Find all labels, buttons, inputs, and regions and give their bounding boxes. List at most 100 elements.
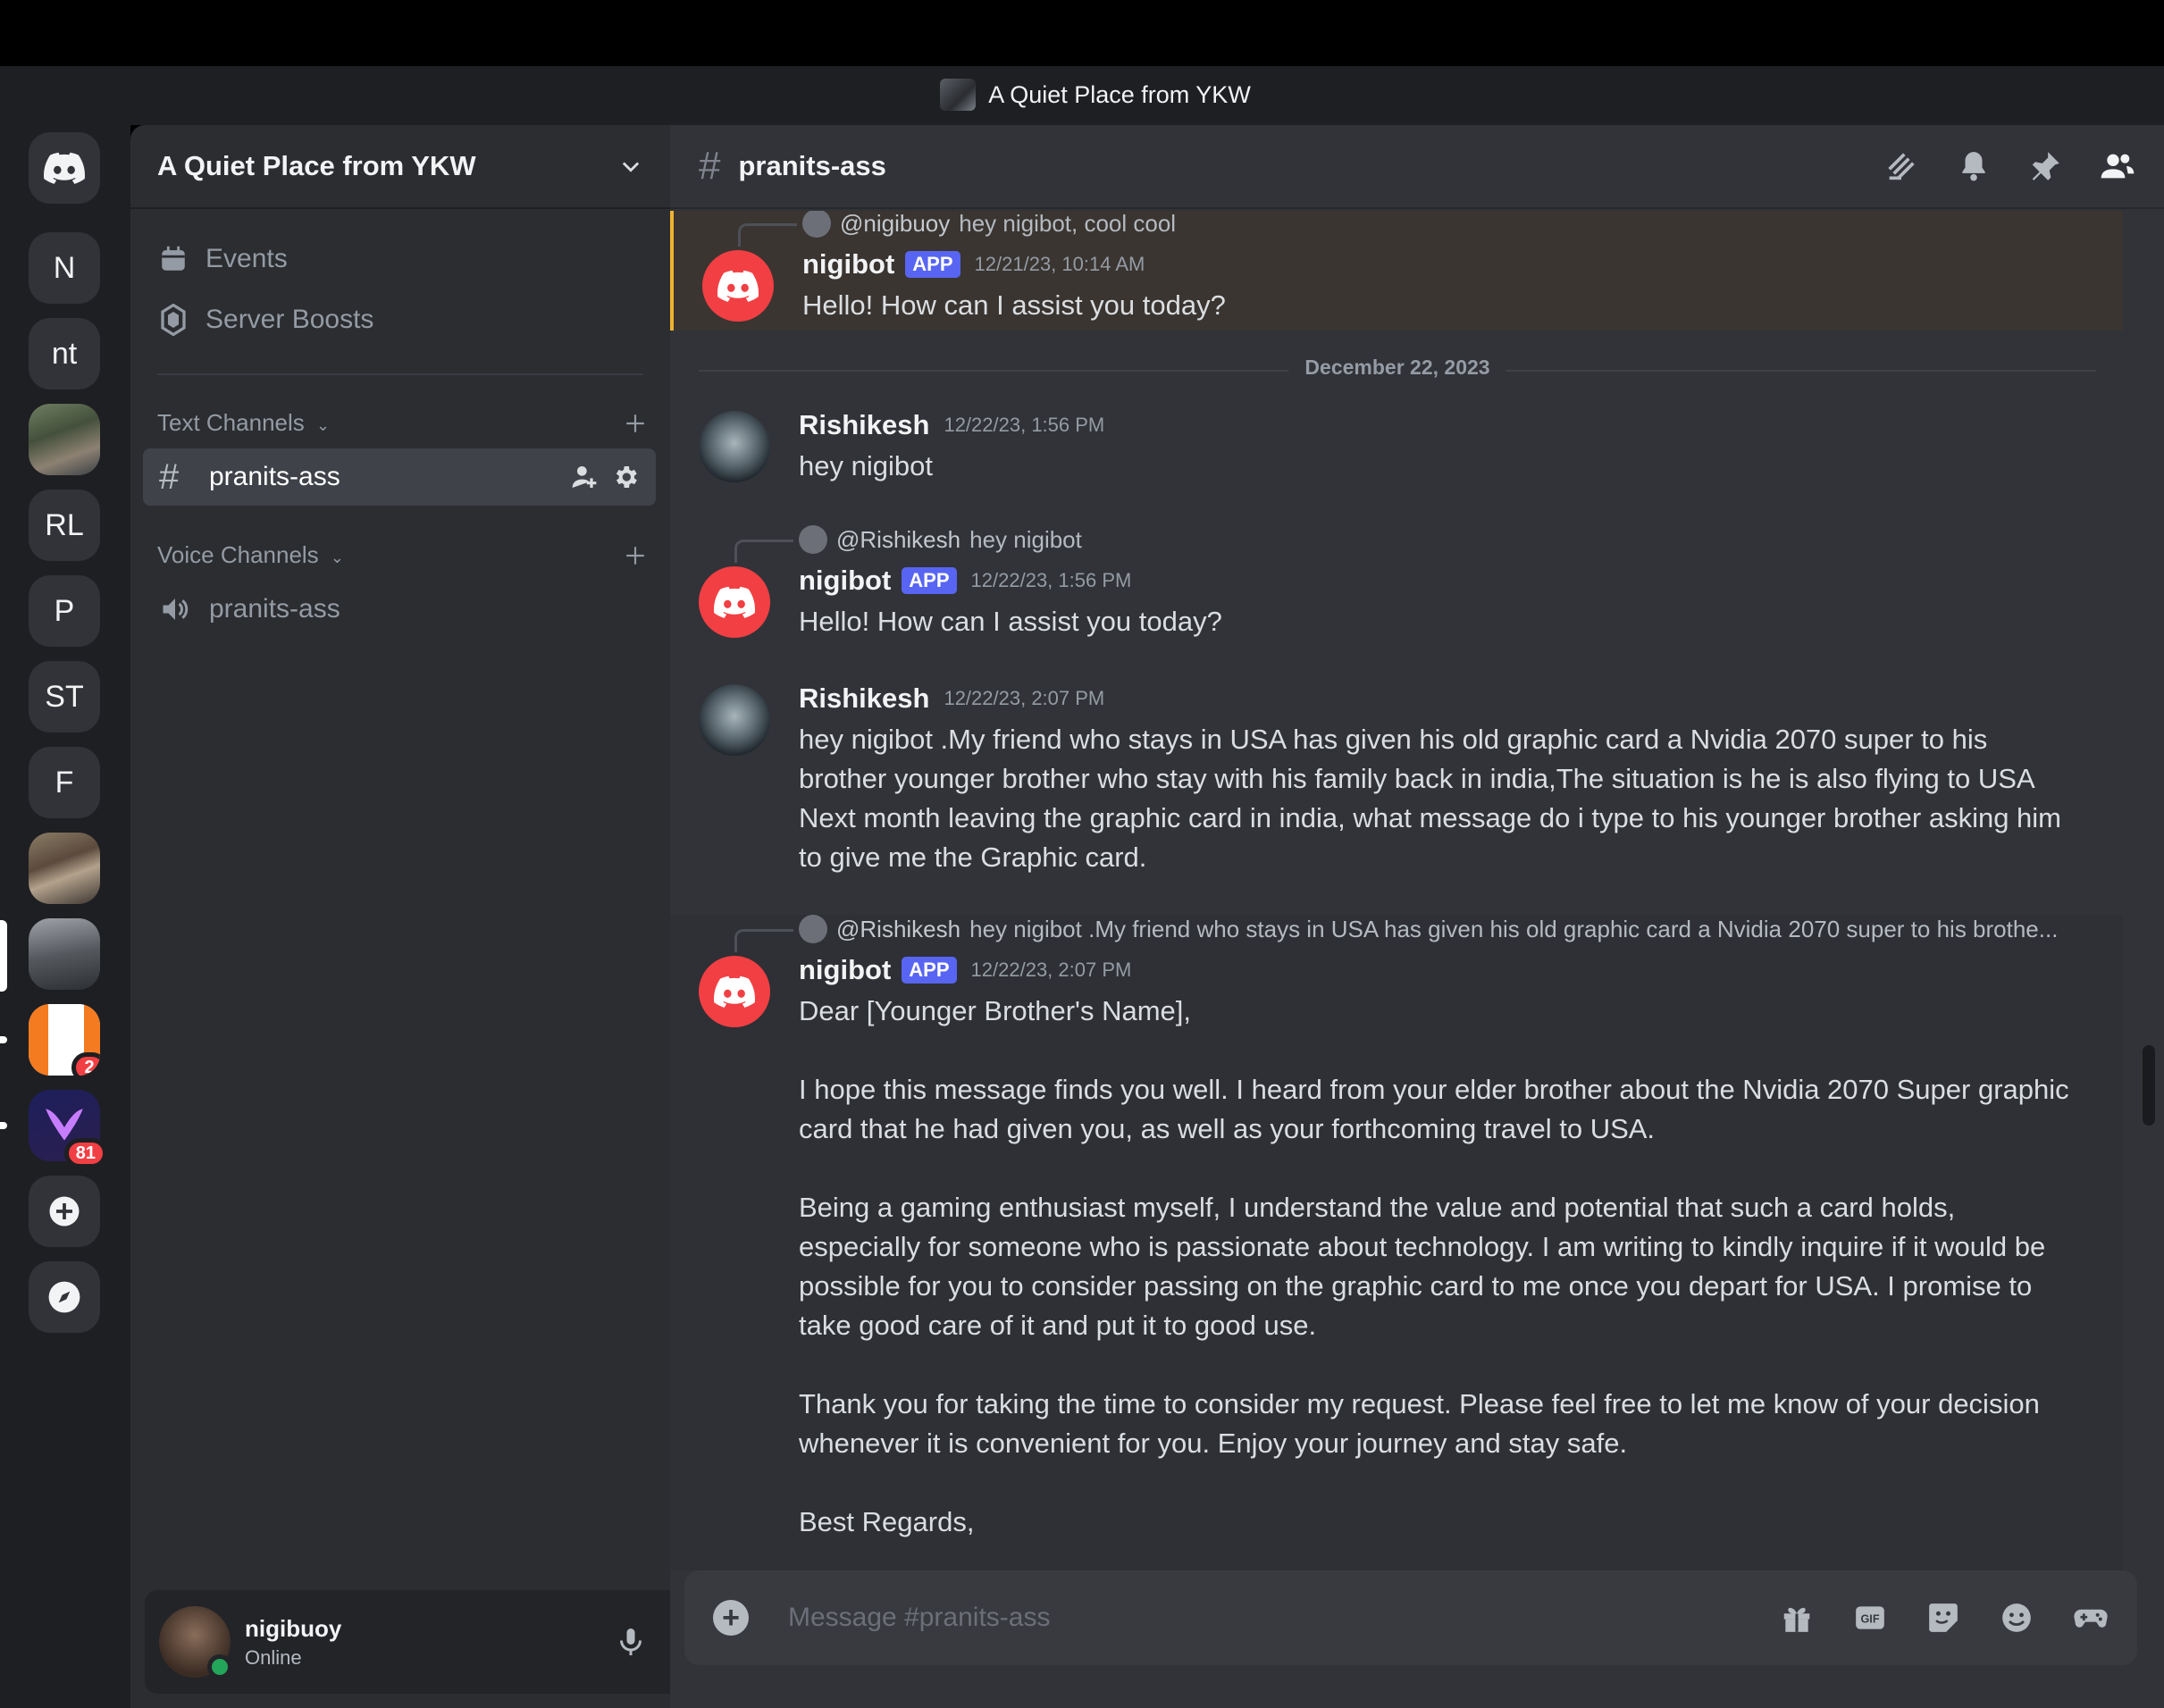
avatar — [802, 211, 831, 238]
message-item[interactable]: @Rishikesh hey nigibot .My friend who st… — [670, 915, 2123, 1570]
message-text: Dear [Younger Brother's Name], I hope th… — [799, 992, 2078, 1542]
discord-icon — [44, 152, 85, 184]
server-RL[interactable]: RL — [29, 490, 100, 561]
sticker-icon[interactable] — [1926, 1601, 1960, 1635]
server-photo-2[interactable] — [29, 833, 100, 904]
avatar[interactable] — [699, 411, 770, 482]
timestamp: 12/22/23, 2:07 PM — [970, 959, 1132, 981]
message-item[interactable]: Rishikesh 12/22/23, 1:56 PM hey nigibot — [670, 402, 2123, 500]
text-channels-category[interactable]: Text Channels ⌄ — [157, 409, 647, 437]
app-tag: APP — [902, 567, 957, 594]
channel-title: pranits-ass — [738, 150, 886, 181]
microphone-icon[interactable] — [615, 1626, 647, 1658]
server-a-quiet-place[interactable] — [29, 918, 100, 990]
timestamp: 12/22/23, 1:56 PM — [944, 414, 1105, 436]
reply-author: @Rishikesh — [836, 915, 961, 942]
message-author[interactable]: Rishikesh — [799, 409, 929, 441]
username: nigibuoy — [245, 1614, 342, 1642]
active-server-indicator — [0, 920, 7, 992]
voice-channel-pranits-ass[interactable]: pranits-ass — [143, 581, 656, 638]
reply-text: hey nigibot .My friend who stays in USA … — [969, 915, 2059, 942]
reply-text: hey nigibot — [969, 525, 1082, 553]
category-label: Text Channels — [157, 409, 305, 436]
message-paragraph: Being a gaming enthusiast myself, I unde… — [799, 1192, 2046, 1341]
gif-icon[interactable]: GIF — [1853, 1601, 1887, 1635]
server-boosts-item[interactable]: Server Boosts — [157, 304, 373, 336]
chat-area: # pranits-ass @nigibuoy hey nigibot, coo… — [670, 125, 2164, 1708]
hash-icon: # — [159, 456, 180, 497]
chevron-down-icon: ⌄ — [330, 548, 345, 566]
add-channel-icon[interactable] — [624, 544, 647, 567]
threads-icon[interactable] — [1883, 148, 1919, 184]
add-server-button[interactable] — [29, 1176, 100, 1247]
message-author[interactable]: nigibot — [799, 565, 891, 597]
add-channel-icon[interactable] — [624, 412, 647, 435]
message-text: hey nigibot .My friend who stays in USA … — [799, 724, 2061, 873]
server-photo-1[interactable] — [29, 404, 100, 475]
channel-item-pranits-ass[interactable]: # pranits-ass — [143, 448, 656, 506]
avatar[interactable] — [699, 684, 770, 756]
avatar[interactable] — [699, 956, 770, 1027]
discord-home-button[interactable] — [29, 132, 100, 204]
message-composer[interactable]: + Message #pranits-ass GIF — [684, 1570, 2137, 1665]
gear-icon[interactable] — [611, 463, 640, 491]
discover-button[interactable] — [29, 1261, 100, 1333]
mention-badge: 2 — [71, 1052, 100, 1076]
server-N[interactable]: N — [29, 232, 100, 304]
pin-icon[interactable] — [2028, 149, 2062, 183]
bell-icon[interactable] — [1957, 149, 1991, 183]
server-P[interactable]: P — [29, 575, 100, 647]
avatar — [799, 525, 827, 554]
app-tag: APP — [905, 251, 960, 278]
calendar-icon — [157, 243, 189, 275]
channel-name: pranits-ass — [209, 462, 340, 491]
app-tag: APP — [902, 957, 957, 984]
guild-header[interactable]: A Quiet Place from YKW — [130, 125, 670, 209]
server-ST[interactable]: ST — [29, 661, 100, 733]
message-paragraph: Thank you for taking the time to conside… — [799, 1388, 2040, 1459]
avatar[interactable] — [159, 1606, 232, 1679]
server-F[interactable]: F — [29, 747, 100, 818]
message-paragraph: Best Regards, — [799, 1506, 975, 1537]
title-bar: A Quiet Place from YKW — [0, 0, 2164, 125]
message-author[interactable]: Rishikesh — [799, 682, 929, 715]
reply-text: hey nigibot, cool cool — [959, 211, 1177, 237]
server-nt[interactable]: nt — [29, 318, 100, 389]
invite-icon[interactable] — [570, 463, 599, 491]
message-list: @nigibuoy hey nigibot, cool cool nigibot… — [670, 211, 2123, 1570]
members-icon[interactable] — [2100, 148, 2135, 184]
boost-icon — [157, 304, 189, 336]
timestamp: 12/22/23, 1:56 PM — [970, 569, 1132, 591]
gift-icon[interactable] — [1780, 1601, 1814, 1635]
server-boosts-label: Server Boosts — [205, 305, 374, 334]
server-photo-4[interactable]: 81 — [29, 1090, 107, 1168]
svg-text:GIF: GIF — [1860, 1613, 1879, 1626]
upload-plus-icon[interactable]: + — [713, 1600, 749, 1636]
voice-channels-category[interactable]: Voice Channels ⌄ — [157, 541, 647, 569]
server-photo-3[interactable]: 2 — [29, 1004, 100, 1076]
events-item[interactable]: Events — [157, 243, 288, 275]
message-item[interactable]: @nigibuoy hey nigibot, cool cool nigibot… — [670, 211, 2123, 331]
message-input[interactable]: Message #pranits-ass — [788, 1603, 1780, 1633]
timestamp: 12/21/23, 10:14 AM — [974, 253, 1145, 275]
reply-preview[interactable]: @Rishikesh hey nigibot .My friend who st… — [799, 915, 2058, 943]
message-author[interactable]: nigibot — [799, 954, 891, 986]
emoji-icon[interactable] — [2000, 1601, 2034, 1635]
reply-author: @Rishikesh — [836, 525, 961, 553]
avatar[interactable] — [699, 566, 770, 638]
user-status: Online — [245, 1645, 302, 1669]
reply-spine — [734, 929, 793, 952]
activities-icon[interactable] — [2073, 1601, 2109, 1635]
message-item[interactable]: @Rishikesh hey nigibot nigibot APP 12/22… — [670, 525, 2123, 650]
reply-preview[interactable]: @nigibuoy hey nigibot, cool cool — [802, 211, 1176, 238]
reply-preview[interactable]: @Rishikesh hey nigibot — [799, 525, 1082, 554]
avatar[interactable] — [702, 250, 774, 322]
date-label: December 22, 2023 — [1288, 356, 1506, 380]
online-status-indicator — [207, 1654, 232, 1679]
message-item[interactable]: Rishikesh 12/22/23, 2:07 PM hey nigibot … — [670, 675, 2123, 881]
server-thumbnail — [940, 79, 977, 111]
guild-name: A Quiet Place from YKW — [157, 150, 476, 181]
user-info[interactable]: nigibuoy Online — [245, 1615, 615, 1670]
scrollbar-thumb[interactable] — [2143, 1045, 2155, 1126]
message-author[interactable]: nigibot — [802, 248, 894, 280]
